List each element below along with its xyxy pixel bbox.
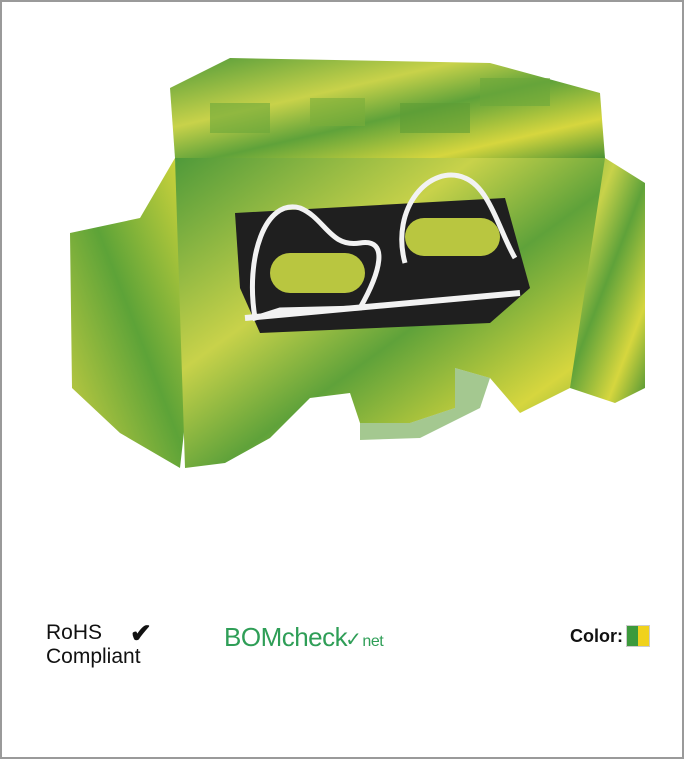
terminal-block-product-image: [70, 58, 645, 468]
rohs-label: RoHS: [46, 621, 103, 644]
rohs-compliant-label: Compliant: [46, 645, 141, 668]
bomcheck-logo: BOMcheck ✓ net: [224, 622, 384, 653]
bomcheck-tick-icon: ✓: [345, 629, 362, 651]
bomcheck-wordmark: BOMcheck: [224, 622, 348, 652]
color-swatch: [626, 625, 650, 647]
color-label: Color:: [570, 625, 623, 646]
color-swatch-yellow: [638, 626, 649, 646]
bomcheck-net-suffix: net: [362, 633, 384, 650]
rohs-compliant-badge: RoHS ✔ Compliant: [46, 618, 152, 669]
color-indicator: Color:: [570, 625, 650, 647]
color-swatch-green: [627, 626, 638, 646]
check-icon: ✔: [130, 618, 152, 648]
